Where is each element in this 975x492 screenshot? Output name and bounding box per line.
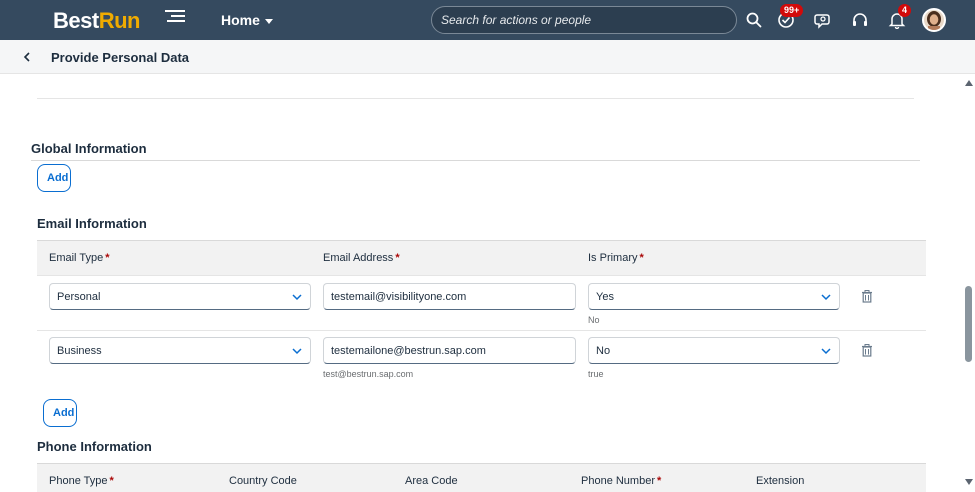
vertical-scrollbar[interactable] xyxy=(962,74,975,492)
chevron-down-icon xyxy=(821,348,831,355)
email-type-select-personal[interactable]: Personal xyxy=(49,283,311,310)
scroll-thumb[interactable] xyxy=(965,286,972,362)
is-primary-hint: No xyxy=(588,315,600,325)
email-table-header: Email Type * Email Address * Is Primary * xyxy=(37,240,926,276)
country-code-column-header: Country Code xyxy=(229,475,297,487)
chevron-down-icon xyxy=(292,348,302,355)
is-primary-hint: true xyxy=(588,369,604,379)
email-address-hint: test@bestrun.sap.com xyxy=(323,369,414,379)
global-information-underline xyxy=(31,160,920,161)
is-primary-select-personal[interactable]: Yes xyxy=(588,283,840,310)
back-chevron-icon[interactable] xyxy=(20,50,34,64)
is-primary-value: Yes xyxy=(596,290,614,303)
phone-table-header: Phone Type * Country Code Area Code Phone… xyxy=(37,463,926,492)
email-type-column-header: Email Type * xyxy=(49,252,110,264)
search-field[interactable] xyxy=(431,6,737,34)
is-primary-value: No xyxy=(596,344,611,357)
home-menu-button[interactable]: Home xyxy=(221,12,273,28)
section-divider xyxy=(37,98,914,99)
bestrun-logo[interactable]: Best Run xyxy=(53,8,185,34)
chat-assistant-icon[interactable] xyxy=(814,11,832,29)
is-primary-select-business[interactable]: No xyxy=(588,337,840,364)
global-add-button[interactable]: Add xyxy=(37,164,71,192)
home-label: Home xyxy=(221,12,260,28)
delete-trash-icon[interactable] xyxy=(861,344,873,357)
phone-type-column-header: Phone Type * xyxy=(49,475,114,487)
logo-speed-lines-icon xyxy=(165,10,185,28)
chevron-down-icon xyxy=(821,294,831,301)
scroll-up-arrow-icon[interactable] xyxy=(965,80,973,86)
shell-bar: BestRun Home 99+ 4 xyxy=(0,0,975,40)
email-address-column-header: Email Address * xyxy=(323,252,400,264)
notifications-badge: 4 xyxy=(898,4,912,17)
logo-text-run: Run xyxy=(98,8,141,33)
area-code-column-header: Area Code xyxy=(405,475,458,487)
email-type-select-business[interactable]: Business xyxy=(49,337,311,364)
email-information-title: Email Information xyxy=(37,216,147,231)
user-photo-icon xyxy=(924,10,944,30)
email-type-value: Personal xyxy=(57,290,101,303)
user-avatar[interactable] xyxy=(922,8,946,32)
email-row-divider xyxy=(37,330,926,331)
search-icon[interactable] xyxy=(745,11,763,29)
form-content: Global Information Add Email Information… xyxy=(0,74,960,492)
extension-column-header: Extension xyxy=(756,475,805,487)
is-primary-column-header: Is Primary * xyxy=(588,252,644,264)
email-type-value: Business xyxy=(57,344,102,357)
caret-down-icon xyxy=(264,18,273,24)
search-input[interactable] xyxy=(441,13,736,27)
email-add-button[interactable]: Add xyxy=(43,399,77,427)
headset-support-icon[interactable] xyxy=(851,11,869,29)
tasks-badge: 99+ xyxy=(780,4,804,17)
phone-number-column-header: Phone Number * xyxy=(581,475,662,487)
email-address-input-business[interactable] xyxy=(323,337,576,364)
global-information-title: Global Information xyxy=(31,141,147,156)
email-address-input-personal[interactable] xyxy=(323,283,576,310)
page-header: Provide Personal Data xyxy=(0,40,975,74)
scroll-down-arrow-icon[interactable] xyxy=(965,479,973,485)
delete-trash-icon[interactable] xyxy=(861,290,873,303)
chevron-down-icon xyxy=(292,294,302,301)
phone-information-title: Phone Information xyxy=(37,439,152,454)
page-title: Provide Personal Data xyxy=(51,50,189,65)
logo-text-best: Best xyxy=(53,8,99,33)
